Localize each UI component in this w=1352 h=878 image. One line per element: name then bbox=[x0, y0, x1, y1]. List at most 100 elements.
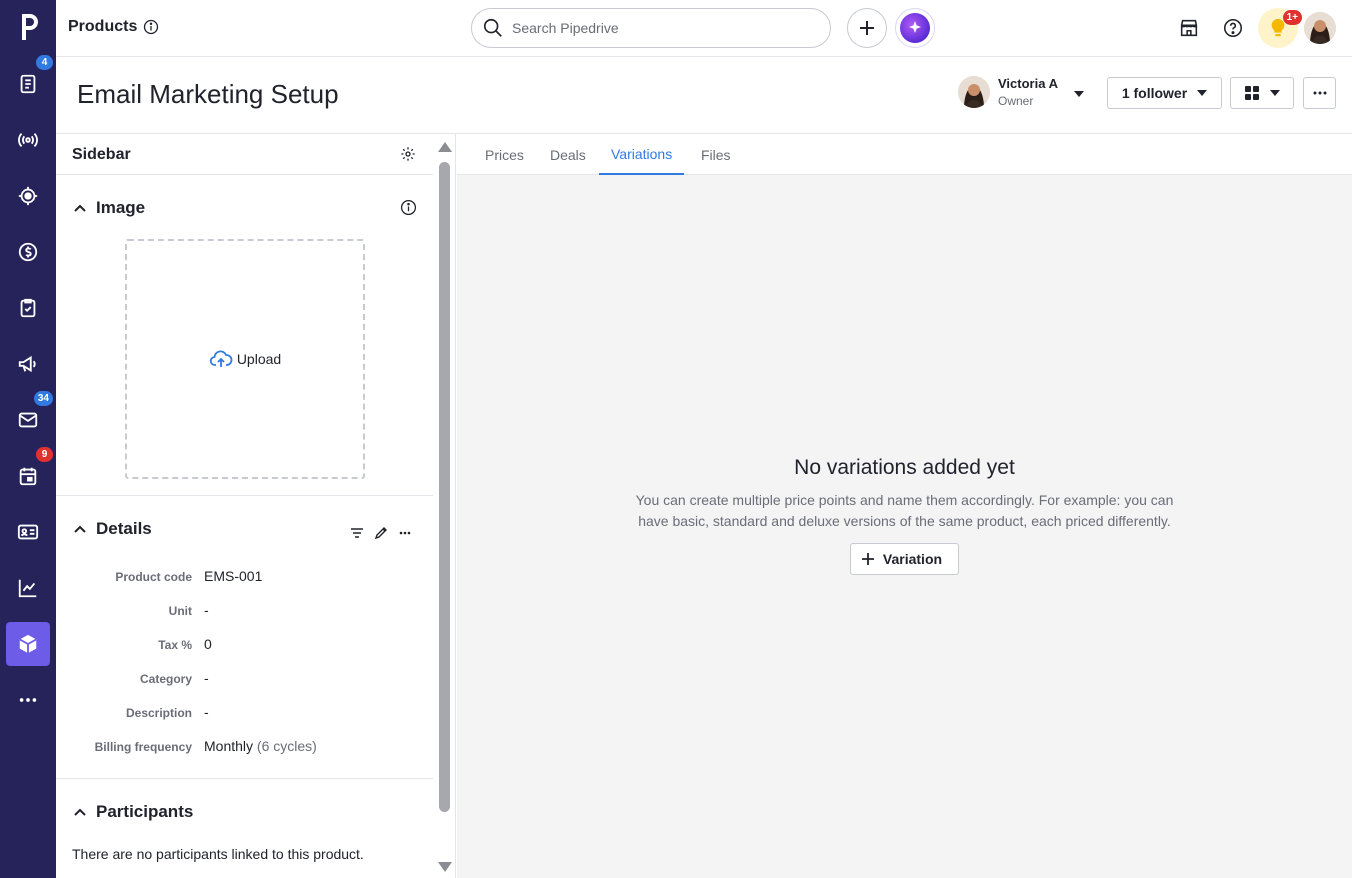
calendar-icon bbox=[19, 467, 37, 486]
owner-role: Owner bbox=[998, 94, 1034, 108]
image-upload-dropzone[interactable]: Upload bbox=[125, 239, 365, 479]
detail-value-extra: (6 cycles) bbox=[256, 738, 317, 754]
sparkle-icon bbox=[900, 13, 930, 43]
rail-item-insights[interactable] bbox=[6, 566, 50, 610]
target-icon bbox=[18, 186, 38, 206]
tips-badge: 1+ bbox=[1282, 10, 1302, 25]
detail-value[interactable]: - bbox=[204, 602, 209, 618]
products-box-icon bbox=[19, 634, 37, 654]
tab-files[interactable]: Files bbox=[689, 134, 743, 175]
leads-icon bbox=[20, 74, 36, 94]
detail-value: Monthly bbox=[204, 738, 254, 754]
tab-variations[interactable]: Variations bbox=[599, 134, 685, 175]
ellipsis-icon bbox=[399, 531, 411, 535]
view-switch-button[interactable] bbox=[1230, 77, 1294, 109]
tab-deals[interactable]: Deals bbox=[538, 134, 598, 175]
page-header: Email Marketing Setup Victoria A Owner 1… bbox=[56, 57, 1352, 134]
rail-item-deals[interactable] bbox=[6, 230, 50, 274]
rail-item-mail[interactable]: 34 bbox=[6, 391, 53, 442]
rail-item-target[interactable] bbox=[6, 174, 50, 218]
detail-value[interactable]: 0 bbox=[204, 636, 212, 652]
help-button[interactable] bbox=[1217, 12, 1249, 44]
detail-row-description: Description - bbox=[56, 704, 433, 724]
empty-state-text: You can create multiple price points and… bbox=[635, 492, 1174, 529]
ellipsis-icon bbox=[1313, 91, 1326, 95]
owner-avatar bbox=[958, 76, 990, 108]
tips-button[interactable]: 1+ bbox=[1258, 8, 1302, 48]
mail-badge: 34 bbox=[33, 391, 53, 406]
detail-value[interactable]: EMS-001 bbox=[204, 568, 262, 584]
follower-label: 1 follower bbox=[1121, 85, 1188, 101]
edit-button[interactable] bbox=[369, 521, 393, 545]
empty-state-title: No variations added yet bbox=[794, 456, 1015, 479]
grid-view-icon bbox=[1245, 86, 1259, 100]
details-section-toggle[interactable]: Details bbox=[72, 519, 152, 539]
rail-item-campaigns[interactable] bbox=[6, 342, 50, 386]
product-sidebar: Sidebar Image Upload Details Product cod… bbox=[56, 134, 456, 878]
rail-item-activities[interactable] bbox=[6, 286, 50, 330]
marketplace-button[interactable] bbox=[1173, 12, 1205, 44]
campaigns-megaphone-icon bbox=[18, 355, 36, 373]
ai-assistant-button[interactable] bbox=[895, 8, 935, 48]
pipedrive-logo-icon[interactable] bbox=[14, 10, 42, 44]
participants-section-title: Participants bbox=[96, 802, 194, 821]
detail-label: Product code bbox=[115, 570, 192, 584]
image-section-toggle[interactable]: Image bbox=[72, 198, 145, 218]
detail-label: Tax % bbox=[158, 638, 192, 652]
participants-section-toggle[interactable]: Participants bbox=[72, 802, 193, 822]
plus-icon bbox=[860, 21, 874, 35]
divider bbox=[56, 778, 433, 779]
leads-badge: 4 bbox=[36, 55, 53, 70]
scroll-down-arrow-icon[interactable] bbox=[438, 862, 452, 872]
sidebar-scrollbar[interactable] bbox=[434, 134, 455, 878]
search-box[interactable] bbox=[471, 8, 831, 48]
chevron-up-icon bbox=[74, 204, 86, 212]
scroll-up-arrow-icon[interactable] bbox=[438, 142, 452, 152]
detail-label: Unit bbox=[168, 604, 192, 618]
user-avatar-button[interactable] bbox=[1304, 12, 1336, 44]
detail-label: Description bbox=[125, 706, 192, 720]
filter-icon bbox=[351, 528, 363, 538]
rail-item-products[interactable] bbox=[6, 622, 50, 666]
rail-item-leads[interactable]: 4 bbox=[6, 55, 53, 106]
more-actions-button[interactable] bbox=[1303, 77, 1336, 109]
detail-value[interactable]: - bbox=[204, 670, 209, 686]
sidebar-header: Sidebar bbox=[56, 134, 433, 175]
detail-row-category: Category - bbox=[56, 670, 433, 690]
activities-clipboard-icon bbox=[20, 298, 36, 318]
follower-button[interactable]: 1 follower bbox=[1107, 77, 1222, 109]
chevron-up-icon bbox=[74, 525, 86, 533]
details-more-button[interactable] bbox=[393, 521, 417, 545]
rail-item-calendar[interactable]: 9 bbox=[6, 447, 53, 498]
detail-value-wrap[interactable]: Monthly (6 cycles) bbox=[204, 738, 317, 754]
rail-item-broadcast[interactable] bbox=[6, 118, 50, 162]
participants-empty-text: There are no participants linked to this… bbox=[72, 846, 364, 862]
upload-label: Upload bbox=[236, 351, 282, 367]
rail-item-contacts[interactable] bbox=[6, 510, 50, 554]
add-variation-button[interactable]: Variation bbox=[849, 543, 960, 575]
mail-icon bbox=[18, 412, 38, 428]
owner-selector[interactable]: Victoria A Owner bbox=[958, 76, 1084, 108]
search-input[interactable] bbox=[512, 20, 812, 36]
search-icon bbox=[483, 18, 502, 37]
plus-icon bbox=[861, 553, 874, 565]
detail-row-product-code: Product code EMS-001 bbox=[56, 568, 433, 588]
filter-button[interactable] bbox=[345, 521, 369, 545]
detail-value[interactable]: - bbox=[204, 704, 209, 720]
info-icon[interactable] bbox=[143, 19, 159, 35]
breadcrumb-products[interactable]: Products bbox=[68, 18, 137, 36]
details-toolbar bbox=[345, 521, 417, 545]
page-title: Email Marketing Setup bbox=[77, 79, 339, 109]
main-content: Prices Deals Variations Files No variati… bbox=[457, 134, 1352, 878]
image-info-icon[interactable] bbox=[400, 199, 417, 216]
empty-state: No variations added yet You can create m… bbox=[457, 456, 1352, 575]
quick-add-button[interactable] bbox=[847, 8, 887, 48]
deals-dollar-icon bbox=[18, 242, 38, 262]
caret-down-icon bbox=[1270, 90, 1280, 96]
tab-prices[interactable]: Prices bbox=[473, 134, 536, 175]
marketplace-store-icon bbox=[1180, 19, 1198, 37]
scrollbar-thumb[interactable] bbox=[439, 162, 450, 812]
sidebar-title: Sidebar bbox=[72, 146, 131, 163]
rail-item-more[interactable] bbox=[6, 678, 50, 722]
gear-icon[interactable] bbox=[400, 146, 416, 162]
